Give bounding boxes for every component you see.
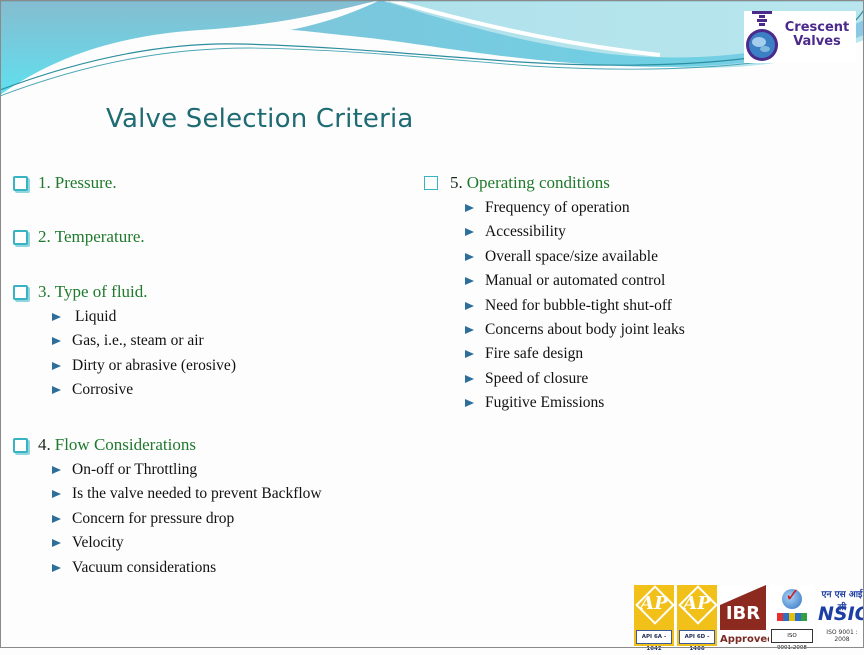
list-item-text: Liquid — [75, 308, 117, 325]
arrow-bullet-icon — [465, 228, 474, 236]
list-item-text: Overall space/size available — [485, 248, 658, 265]
header-wave-decoration — [0, 0, 864, 110]
list-item-text: Fire safe design — [485, 345, 584, 362]
list-item-text: Accessibility — [485, 223, 566, 240]
arrow-bullet-icon — [465, 204, 474, 212]
list-item: Fire safe design — [465, 345, 583, 363]
list-item: Concerns about body joint leaks — [465, 321, 685, 339]
arrow-bullet-icon — [465, 375, 474, 383]
list-item-text: Frequency of operation — [485, 199, 630, 216]
list-item: Frequency of operation — [465, 199, 630, 217]
list-item: Concern for pressure drop — [52, 510, 234, 528]
list-item: Fugitive Emissions — [465, 394, 604, 412]
list-item: Gas, i.e., steam or air — [52, 332, 204, 350]
list-item-text: Vacuum considerations — [72, 559, 217, 576]
list-item-text: Need for bubble-tight shut-off — [485, 297, 672, 314]
logo-line-2: Valves — [793, 34, 841, 49]
logo-line-1: Crescent — [784, 20, 850, 35]
list-item: Liquid — [52, 308, 116, 326]
nsic-logo: एन एस आई सी NSIC ISO 9001 : 2008 — [818, 585, 864, 646]
item-label: Pressure. — [54, 173, 117, 192]
list-item: Need for bubble-tight shut-off — [465, 297, 672, 315]
valve-globe-icon — [746, 11, 778, 61]
arrow-bullet-icon — [465, 277, 474, 285]
slide-title: Valve Selection Criteria — [106, 104, 414, 134]
arrow-bullet-icon — [52, 564, 61, 572]
item-number: 3. — [38, 282, 51, 301]
list-item-text: Corrosive — [72, 381, 134, 398]
item-label: Type of fluid. — [54, 282, 148, 301]
item-label: Flow Considerations — [54, 435, 196, 454]
item-number: 5. — [450, 173, 463, 192]
company-logo: Crescent Valves — [744, 11, 856, 63]
list-item-text: Is the valve needed to prevent Backflow — [72, 485, 322, 502]
shaded-square-bullet-icon — [13, 229, 28, 245]
cert-label: API 6D - 1466 — [679, 630, 715, 652]
certification-logos: AP API 6A - 1642 AP API 6D - 1466 IBR Ap… — [634, 585, 864, 652]
list-item: Manual or automated control — [465, 272, 665, 290]
item-number: 1. — [38, 173, 51, 192]
list-item: Is the valve needed to prevent Backflow — [52, 485, 322, 503]
list-item: Overall space/size available — [465, 248, 658, 266]
list-item: Corrosive — [52, 381, 133, 399]
list-item: Dirty or abrasive (erosive) — [52, 357, 236, 375]
iqcs-color-band — [777, 613, 807, 621]
list-item-text: Concern for pressure drop — [72, 510, 235, 527]
list-item: Vacuum considerations — [52, 559, 216, 577]
arrow-bullet-icon — [52, 515, 61, 523]
api-monogram: AP — [683, 593, 711, 614]
item-number: 2. — [38, 227, 51, 246]
iqcs-logo: ✓ ISO 9001:2008 — [769, 585, 815, 651]
criteria-item-flow: 4. Flow Considerations — [13, 435, 196, 455]
arrow-bullet-icon — [52, 386, 61, 394]
list-item-text: Speed of closure — [485, 370, 589, 387]
shaded-square-bullet-icon — [13, 175, 28, 191]
ibr-logo: IBR Approved — [720, 585, 775, 646]
arrow-bullet-icon — [465, 326, 474, 334]
arrow-bullet-icon — [465, 399, 474, 407]
arrow-bullet-icon — [52, 539, 61, 547]
hollow-square-bullet-icon — [424, 176, 438, 190]
list-item-text: On-off or Throttling — [72, 461, 198, 478]
checkmark-icon: ✓ — [785, 585, 801, 606]
shaded-square-bullet-icon — [13, 284, 28, 300]
arrow-bullet-icon — [465, 253, 474, 261]
list-item-text: Gas, i.e., steam or air — [72, 332, 204, 349]
list-item: Accessibility — [465, 223, 566, 241]
item-number: 4. — [38, 435, 51, 454]
cert-label: API 6A - 1642 — [636, 630, 672, 652]
criteria-item-fluid-type: 3. Type of fluid. — [13, 282, 148, 302]
list-item: Velocity — [52, 534, 124, 552]
criteria-item-operating-conditions: 5. Operating conditions — [424, 173, 610, 193]
api-6a-logo: AP API 6A - 1642 — [634, 585, 675, 652]
api-monogram: AP — [640, 593, 668, 614]
api-6d-logo: AP API 6D - 1466 — [677, 585, 718, 652]
list-item-text: Dirty or abrasive (erosive) — [72, 357, 236, 374]
criteria-item-pressure: 1. Pressure. — [13, 173, 117, 193]
shaded-square-bullet-icon — [13, 437, 28, 453]
arrow-bullet-icon — [465, 350, 474, 358]
arrow-bullet-icon — [52, 313, 61, 321]
list-item-text: Velocity — [72, 534, 124, 551]
list-item: Speed of closure — [465, 370, 588, 388]
list-item-text: Fugitive Emissions — [485, 394, 605, 411]
arrow-bullet-icon — [52, 337, 61, 345]
list-item-text: Manual or automated control — [485, 272, 666, 289]
item-label: Operating conditions — [466, 173, 610, 192]
arrow-bullet-icon — [52, 362, 61, 370]
list-item-text: Concerns about body joint leaks — [485, 321, 685, 338]
cert-label: ISO 9001 : 2008 — [826, 629, 858, 643]
logo-wordmark: Crescent Valves — [778, 21, 856, 49]
list-item: On-off or Throttling — [52, 461, 197, 479]
arrow-bullet-icon — [465, 302, 474, 310]
arrow-bullet-icon — [52, 490, 61, 498]
item-label: Temperature. — [54, 227, 145, 246]
criteria-item-temperature: 2. Temperature. — [13, 227, 145, 247]
cert-label: ISO 9001:2008 — [771, 629, 813, 651]
nsic-mark: NSIC — [818, 603, 864, 625]
cert-label: Approved — [720, 634, 775, 645]
ibr-mark: IBR — [725, 603, 761, 624]
arrow-bullet-icon — [52, 466, 61, 474]
